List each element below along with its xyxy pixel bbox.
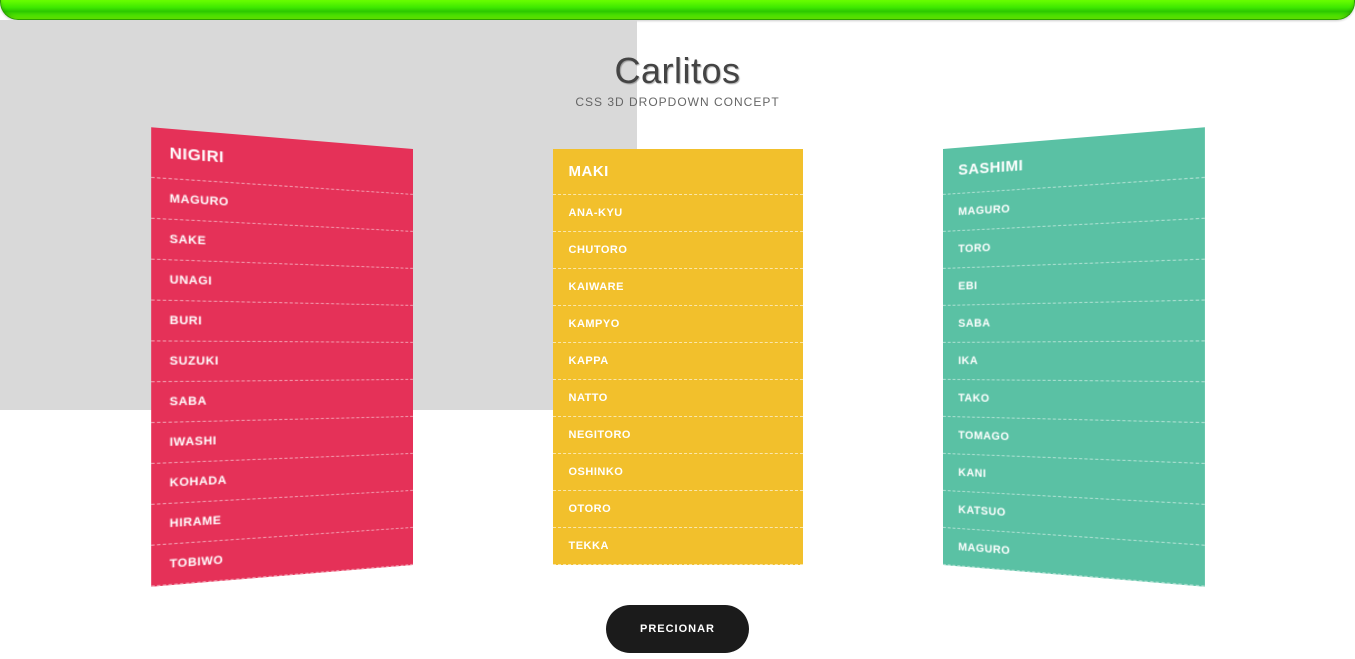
menu-nigiri-item[interactable]: UNAGI	[151, 260, 413, 306]
menu-maki-header[interactable]: MAKI	[553, 149, 803, 195]
menu-maki-item[interactable]: KAPPA	[553, 343, 803, 380]
menu-maki-item[interactable]: KAMPYO	[553, 306, 803, 343]
menu-sashimi-item[interactable]: TAKO	[943, 380, 1205, 423]
top-bar	[0, 0, 1355, 20]
menu-maki[interactable]: MAKI ANA-KYU CHUTORO KAIWARE KAMPYO KAPP…	[553, 149, 803, 565]
menu-maki-item[interactable]: ANA-KYU	[553, 195, 803, 232]
menu-maki-item[interactable]: KAIWARE	[553, 269, 803, 306]
menu-nigiri-item[interactable]: SABA	[151, 380, 413, 423]
menu-nigiri-item[interactable]: SUZUKI	[151, 342, 413, 383]
menu-maki-item[interactable]: NEGITORO	[553, 417, 803, 454]
page-subtitle: CSS 3D DROPDOWN CONCEPT	[0, 95, 1355, 109]
content: Carlitos CSS 3D DROPDOWN CONCEPT NIGIRI …	[0, 20, 1355, 653]
menu-sashimi-item[interactable]: IKA	[943, 342, 1205, 383]
menu-maki-item[interactable]: NATTO	[553, 380, 803, 417]
menu-maki-item[interactable]: CHUTORO	[553, 232, 803, 269]
menu-columns: NIGIRI MAGURO SAKE UNAGI BURI SUZUKI SAB…	[0, 149, 1355, 565]
menu-sashimi[interactable]: SASHIMI MAGURO TORO EBI SABA IKA TAKO TO…	[943, 127, 1205, 586]
menu-nigiri-item[interactable]: BURI	[151, 301, 413, 343]
menu-sashimi-item[interactable]: EBI	[943, 260, 1205, 306]
menu-maki-item[interactable]: OSHINKO	[553, 454, 803, 491]
menu-sashimi-item[interactable]: SABA	[943, 301, 1205, 343]
menu-maki-item[interactable]: TEKKA	[553, 528, 803, 565]
precionar-button[interactable]: PRECIONAR	[606, 605, 749, 653]
page-title: Carlitos	[0, 50, 1355, 92]
button-wrap: PRECIONAR	[0, 605, 1355, 653]
menu-maki-item[interactable]: OTORO	[553, 491, 803, 528]
menu-nigiri[interactable]: NIGIRI MAGURO SAKE UNAGI BURI SUZUKI SAB…	[151, 127, 413, 586]
